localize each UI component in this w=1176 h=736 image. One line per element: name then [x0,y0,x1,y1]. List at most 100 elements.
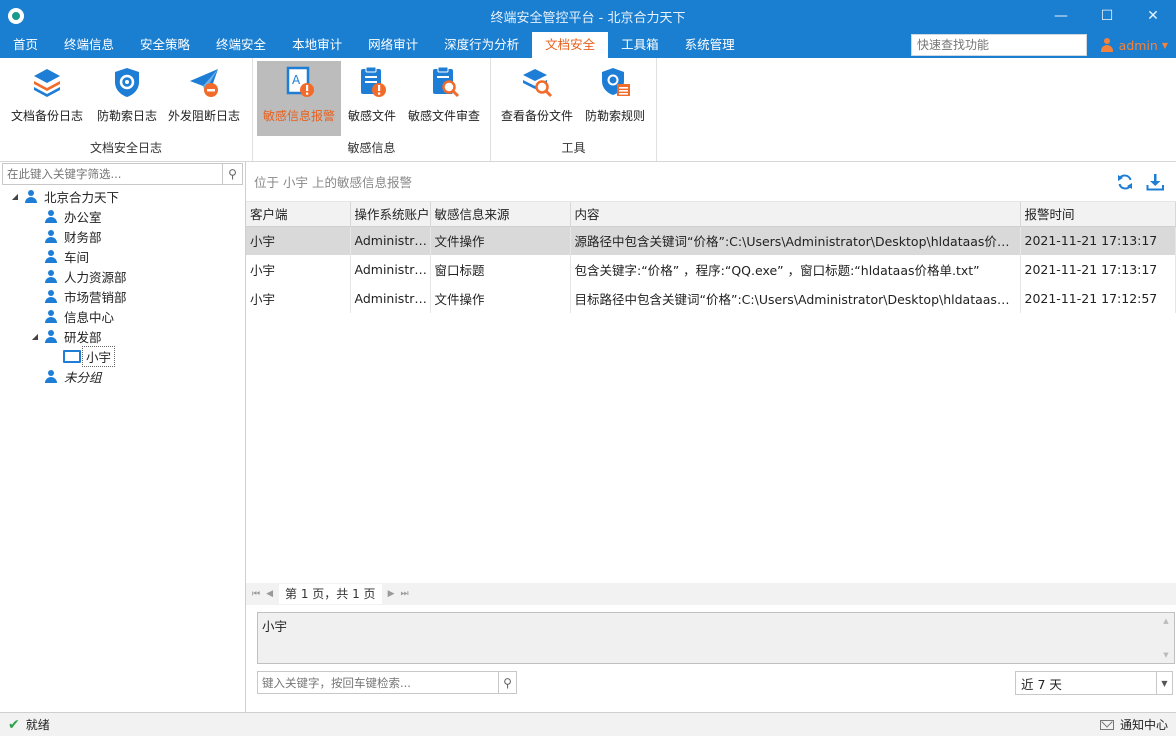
quick-search-input[interactable] [911,34,1087,56]
group-icon [44,289,58,303]
tree-node-hr[interactable]: 人力资源部 [0,266,245,286]
menu-terminal-info[interactable]: 终端信息 [51,32,127,58]
group-icon [44,309,58,323]
ransomware-log-button[interactable]: 防勒索日志 [90,61,164,136]
menu-bar: 首页 终端信息 安全策略 终端安全 本地审计 网络审计 深度行为分析 文档安全 … [0,32,1176,58]
tree-node-root[interactable]: ◢ 北京合力天下 [0,186,245,206]
checkmark-icon: ✔ [8,716,20,733]
menu-document-security[interactable]: 文档安全 [532,32,609,58]
download-icon[interactable] [1146,173,1164,191]
menu-system-management[interactable]: 系统管理 [672,32,748,58]
column-header[interactable]: 报警时间 [1020,202,1176,227]
ransomware-rules-button[interactable]: 防勒索规则 [579,61,651,136]
first-page-icon[interactable]: ⏮ [252,589,260,599]
table-row[interactable]: 小宇 Administra... 文件操作 目标路径中包含关键词“价格”:C:\… [246,284,1176,313]
search-icon[interactable]: ⚲ [498,672,516,693]
tree-node-rd[interactable]: ◢ 研发部 [0,326,245,346]
pager: ⏮ ◀ 第 1 页，共 1 页 ▶ ⏭ [246,583,1176,605]
ribbon-group-doc-logs: 文档备份日志 防勒索日志 外发阻断日志 文档安全日志 [0,58,253,161]
content-header: 位于 小宇 上的敏感信息报警 [254,175,412,190]
alert-table: 客户端 操作系统账户 敏感信息来源 内容 报警时间 小宇 Administra.… [246,202,1176,313]
keyword-search-input[interactable] [258,672,498,693]
last-page-icon[interactable]: ⏭ [400,589,408,599]
menu-security-policy[interactable]: 安全策略 [127,32,203,58]
user-name: admin [1118,37,1158,53]
tree-node-client-xiaoyu[interactable]: 小宇 [0,345,245,367]
app-logo-icon [8,8,24,24]
chevron-down-icon: ▼ [1161,40,1168,50]
menu-home[interactable]: 首页 [0,32,51,58]
sensitive-file-review-button[interactable]: 敏感文件审查 [403,61,485,136]
detail-textbox[interactable]: 小宇 ▲ ▼ [257,612,1175,664]
group-icon [44,209,58,223]
org-tree: ◢ 北京合力天下 办公室 财务部 车间 人力资源部 市场营销部 信息中心 ◢ 研发部… [0,186,245,386]
clipboard-alert-icon [361,66,386,97]
collapse-icon[interactable]: ◢ [10,192,20,201]
content-panel: 位于 小宇 上的敏感信息报警 客户端 操作系统账户 敏感信息来源 内容 报警时间… [246,162,1176,712]
column-header[interactable]: 内容 [570,202,1021,227]
table-row[interactable]: 小宇 Administra... 文件操作 源路径中包含关键词“价格”:C:\U… [246,226,1176,255]
minimize-icon[interactable]: — [1038,0,1084,32]
tree-node-marketing[interactable]: 市场营销部 [0,286,245,306]
group-icon [44,369,58,383]
tree-node-ungrouped[interactable]: 未分组 [0,366,245,386]
menu-network-audit[interactable]: 网络审计 [355,32,431,58]
search-icon[interactable]: ⚲ [222,164,242,184]
window-title: 终端安全管控平台 - 北京合力天下 [490,10,686,26]
detail-scrollbar[interactable]: ▲ ▼ [1158,613,1174,663]
layers-icon [34,69,60,97]
page-indicator: 第 1 页，共 1 页 [279,584,382,604]
sensitive-alert-button[interactable]: A 敏感信息报警 [257,61,341,136]
menu-local-audit[interactable]: 本地审计 [279,32,355,58]
shield-gear-icon [115,68,139,97]
sensitive-files-button[interactable]: 敏感文件 [341,61,403,136]
ribbon-group-sensitive: A 敏感信息报警 敏感文件 敏感文件审查 敏感信息 [253,58,491,161]
menu-behavior-analysis[interactable]: 深度行为分析 [431,32,532,58]
layers-search-icon [523,69,553,98]
view-backup-files-button[interactable]: 查看备份文件 [495,61,579,136]
group-icon [44,249,58,263]
chevron-down-icon[interactable]: ▼ [1156,672,1172,694]
outbound-block-log-button[interactable]: 外发阻断日志 [164,61,244,136]
refresh-icon[interactable] [1116,173,1134,191]
table-row[interactable]: 小宇 Administra... 窗口标题 包含关键字:“价格” ，程序:“QQ… [246,255,1176,284]
collapse-icon[interactable]: ◢ [30,332,40,341]
notification-center-button[interactable]: 通知中心 [1099,716,1168,733]
svg-text:A: A [292,73,301,87]
clipboard-search-icon [433,66,460,98]
title-bar: 终端安全管控平台 - 北京合力天下 — ☐ ✕ [0,0,1176,32]
column-header[interactable]: 客户端 [246,202,351,227]
tree-node-finance[interactable]: 财务部 [0,226,245,246]
paper-plane-block-icon [190,69,218,97]
menu-toolbox[interactable]: 工具箱 [608,32,672,58]
ribbon: 文档备份日志 防勒索日志 外发阻断日志 文档安全日志 A 敏感信息报警 敏感文件 [0,58,1176,162]
tree-filter-input[interactable] [3,164,222,184]
column-header[interactable]: 操作系统账户 [350,202,431,227]
tree-filter: ⚲ [2,163,243,185]
status-bar: ✔ 就绪 通知中心 [0,712,1176,736]
keyword-search: ⚲ [257,671,517,694]
close-icon[interactable]: ✕ [1130,0,1176,32]
left-panel: ⚲ ◢北京合力天下 办公室 财务部 车间 人力资源部 市场营销部 信息中心 ◢研… [0,162,246,712]
prev-page-icon[interactable]: ◀ [266,589,273,599]
group-icon [44,329,58,343]
time-range-select[interactable]: 近 7 天 ▼ [1015,671,1173,695]
group-icon [44,269,58,283]
column-header[interactable]: 敏感信息来源 [430,202,571,227]
group-icon [24,189,38,203]
user-icon [1100,38,1114,52]
tree-node-workshop[interactable]: 车间 [0,246,245,266]
next-page-icon[interactable]: ▶ [388,589,395,599]
ribbon-group-tools: 查看备份文件 防勒索规则 工具 [491,58,657,161]
doc-backup-log-button[interactable]: 文档备份日志 [4,61,90,136]
tree-node-office[interactable]: 办公室 [0,206,245,226]
tree-node-info-center[interactable]: 信息中心 [0,306,245,326]
document-alert-icon: A [286,66,314,97]
status-text: 就绪 [25,718,50,732]
group-icon [44,229,58,243]
maximize-icon[interactable]: ☐ [1084,0,1130,32]
menu-terminal-security[interactable]: 终端安全 [203,32,279,58]
user-menu[interactable]: admin ▼ [1100,32,1168,58]
computer-icon [62,349,81,363]
shield-list-icon [602,68,630,96]
